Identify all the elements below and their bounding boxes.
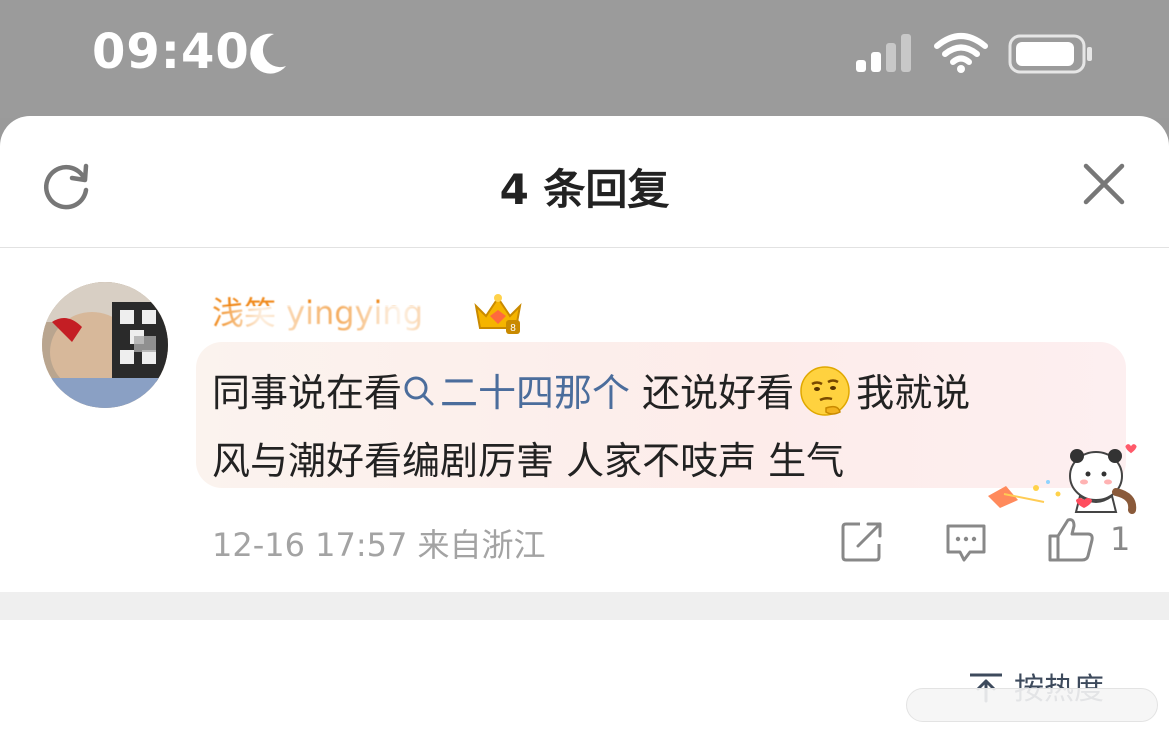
panda-sticker-icon [988,444,1137,514]
crown-badge-icon: 8 [474,294,522,334]
replies-sheet: 4 条回复 浅笑 yingying 8 同事说在看二十四 [0,116,1169,733]
watermark-overlay [906,688,1158,722]
status-time: 09:40 [92,24,250,80]
thinking-face-emoji [800,366,850,416]
comment-timestamp: 12-16 17:57 [212,526,408,564]
comment-line-1: 同事说在看 二十四那个 还说好看 我就说 [212,362,970,418]
comment-text-before-link: 同事说在看 [212,371,403,415]
avatar[interactable] [42,282,168,408]
avatar-image [42,282,168,408]
search-icon [404,376,434,406]
sheet-header: 4 条回复 [0,116,1169,248]
comment-text-after-emoji: 我就说 [856,371,971,415]
comment-text-after-link: 还说好看 [630,371,795,415]
battery-icon [1008,34,1092,74]
username-mask [212,306,462,336]
moon-icon [250,33,286,74]
share-icon[interactable] [840,520,884,564]
close-icon[interactable] [1082,162,1126,206]
comment-meta: 12-16 17:57 来自浙江 [212,520,546,566]
topic-search-link[interactable]: 二十四那个 [402,371,630,415]
cellular-signal-icon [856,34,911,72]
topic-link-text: 二十四那个 [440,371,631,415]
like-count: 1 [1110,520,1131,558]
sheet-title: 4 条回复 [499,165,670,214]
comment-icon[interactable] [944,520,988,564]
like-icon[interactable] [1046,514,1096,564]
section-divider [0,592,1169,620]
comment-line-2: 风与潮好看编剧厉害 人家不吱声 生气 [212,439,845,483]
svg-text:8: 8 [510,323,516,334]
wifi-icon [934,33,988,73]
status-bar: 09:40 [0,0,1169,118]
comment-source: 来自浙江 [417,526,546,564]
